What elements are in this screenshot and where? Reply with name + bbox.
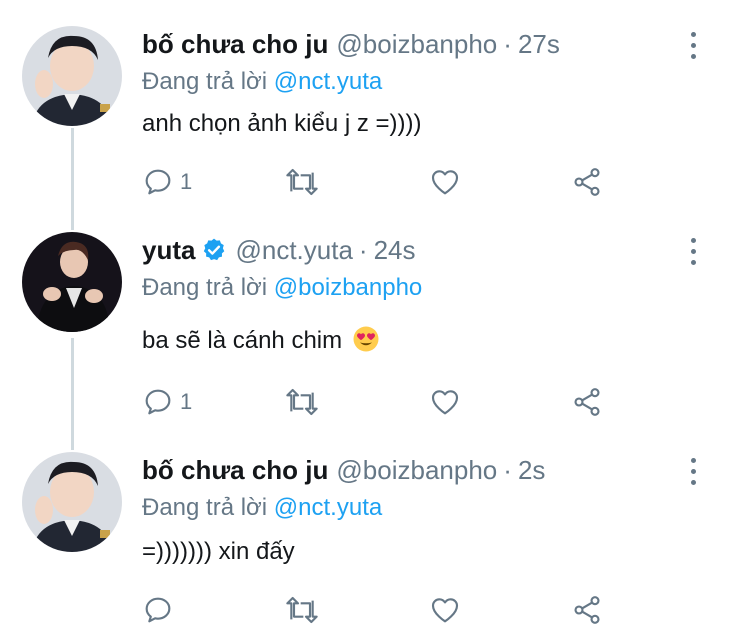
username[interactable]: @boizbanpho <box>336 29 497 60</box>
like-button[interactable] <box>428 164 462 200</box>
tweet-actions <box>142 592 622 628</box>
reply-button[interactable]: 1 <box>142 384 192 420</box>
replying-to: Đang trả lời @nct.yuta <box>142 68 382 96</box>
timestamp[interactable]: 2s <box>518 455 545 486</box>
username[interactable]: @nct.yuta <box>235 235 352 266</box>
mention-link[interactable]: @nct.yuta <box>274 68 382 95</box>
tweet-text: anh chọn ảnh kiểu j z =)))) <box>142 110 422 137</box>
heart-eyes-emoji <box>353 326 379 352</box>
tweet-actions: 1 <box>142 164 622 200</box>
display-name[interactable]: yuta <box>142 235 195 266</box>
retweet-icon <box>286 168 318 196</box>
replying-to-label: Đang trả lời <box>142 274 274 301</box>
retweet-button[interactable] <box>284 384 320 420</box>
share-button[interactable] <box>570 592 604 628</box>
avatar-performer-dark-image <box>22 232 122 332</box>
replying-to-label: Đang trả lời <box>142 494 274 521</box>
tweet-header: bố chưa cho ju @boizbanpho · 2s <box>142 452 545 488</box>
more-options-icon[interactable] <box>683 458 703 490</box>
share-icon <box>574 596 600 624</box>
separator: · <box>358 234 368 265</box>
tweet-header: bố chưa cho ju @boizbanpho · 27s <box>142 26 560 62</box>
reply-count: 1 <box>180 169 193 194</box>
replying-to: Đang trả lời @boizbanpho <box>142 274 422 302</box>
replying-to-label: Đang trả lời <box>142 68 274 95</box>
more-options-icon[interactable] <box>683 238 703 270</box>
thread-connector <box>71 338 74 450</box>
avatar[interactable] <box>22 232 122 332</box>
reply-icon <box>145 597 171 623</box>
retweet-icon <box>286 388 318 416</box>
avatar-boy-waving-image <box>22 452 122 552</box>
like-button[interactable] <box>428 384 462 420</box>
separator: · <box>503 454 512 485</box>
like-button[interactable] <box>428 592 462 628</box>
retweet-button[interactable] <box>284 592 320 628</box>
share-button[interactable] <box>570 164 604 200</box>
like-icon <box>431 390 459 415</box>
thread-connector <box>71 128 74 230</box>
share-icon <box>574 168 600 196</box>
share-icon <box>574 388 600 416</box>
reply-icon <box>145 389 171 415</box>
like-icon <box>431 598 459 623</box>
more-options-icon[interactable] <box>683 32 703 64</box>
reply-button[interactable]: 1 <box>142 164 192 200</box>
display-name[interactable]: bố chưa cho ju <box>142 29 328 60</box>
verified-badge-icon <box>204 238 225 261</box>
timestamp[interactable]: 27s <box>518 29 560 60</box>
retweet-button[interactable] <box>284 164 320 200</box>
separator: · <box>503 28 512 59</box>
tweet-text-container: ba sẽ là cánh chim <box>142 326 379 355</box>
avatar[interactable] <box>22 26 122 126</box>
reply-button[interactable] <box>142 592 180 628</box>
tweet-text: ba sẽ là cánh chim <box>142 327 343 354</box>
avatar-boy-waving-image <box>22 26 122 126</box>
reply-icon <box>145 169 171 195</box>
replying-to: Đang trả lời @nct.yuta <box>142 494 382 522</box>
mention-link[interactable]: @nct.yuta <box>274 494 382 521</box>
tweet-text: =))))))) xin đấy <box>142 538 295 565</box>
reply-count: 1 <box>180 389 193 414</box>
tweet-actions: 1 <box>142 384 622 420</box>
retweet-icon <box>286 596 318 624</box>
mention-link[interactable]: @boizbanpho <box>274 274 422 301</box>
timestamp[interactable]: 24s <box>374 235 416 266</box>
avatar[interactable] <box>22 452 122 552</box>
share-button[interactable] <box>570 384 604 420</box>
username[interactable]: @boizbanpho <box>336 455 497 486</box>
tweet-header: yuta @nct.yuta · 24s <box>142 232 416 268</box>
like-icon <box>431 170 459 195</box>
display-name[interactable]: bố chưa cho ju <box>142 455 328 486</box>
